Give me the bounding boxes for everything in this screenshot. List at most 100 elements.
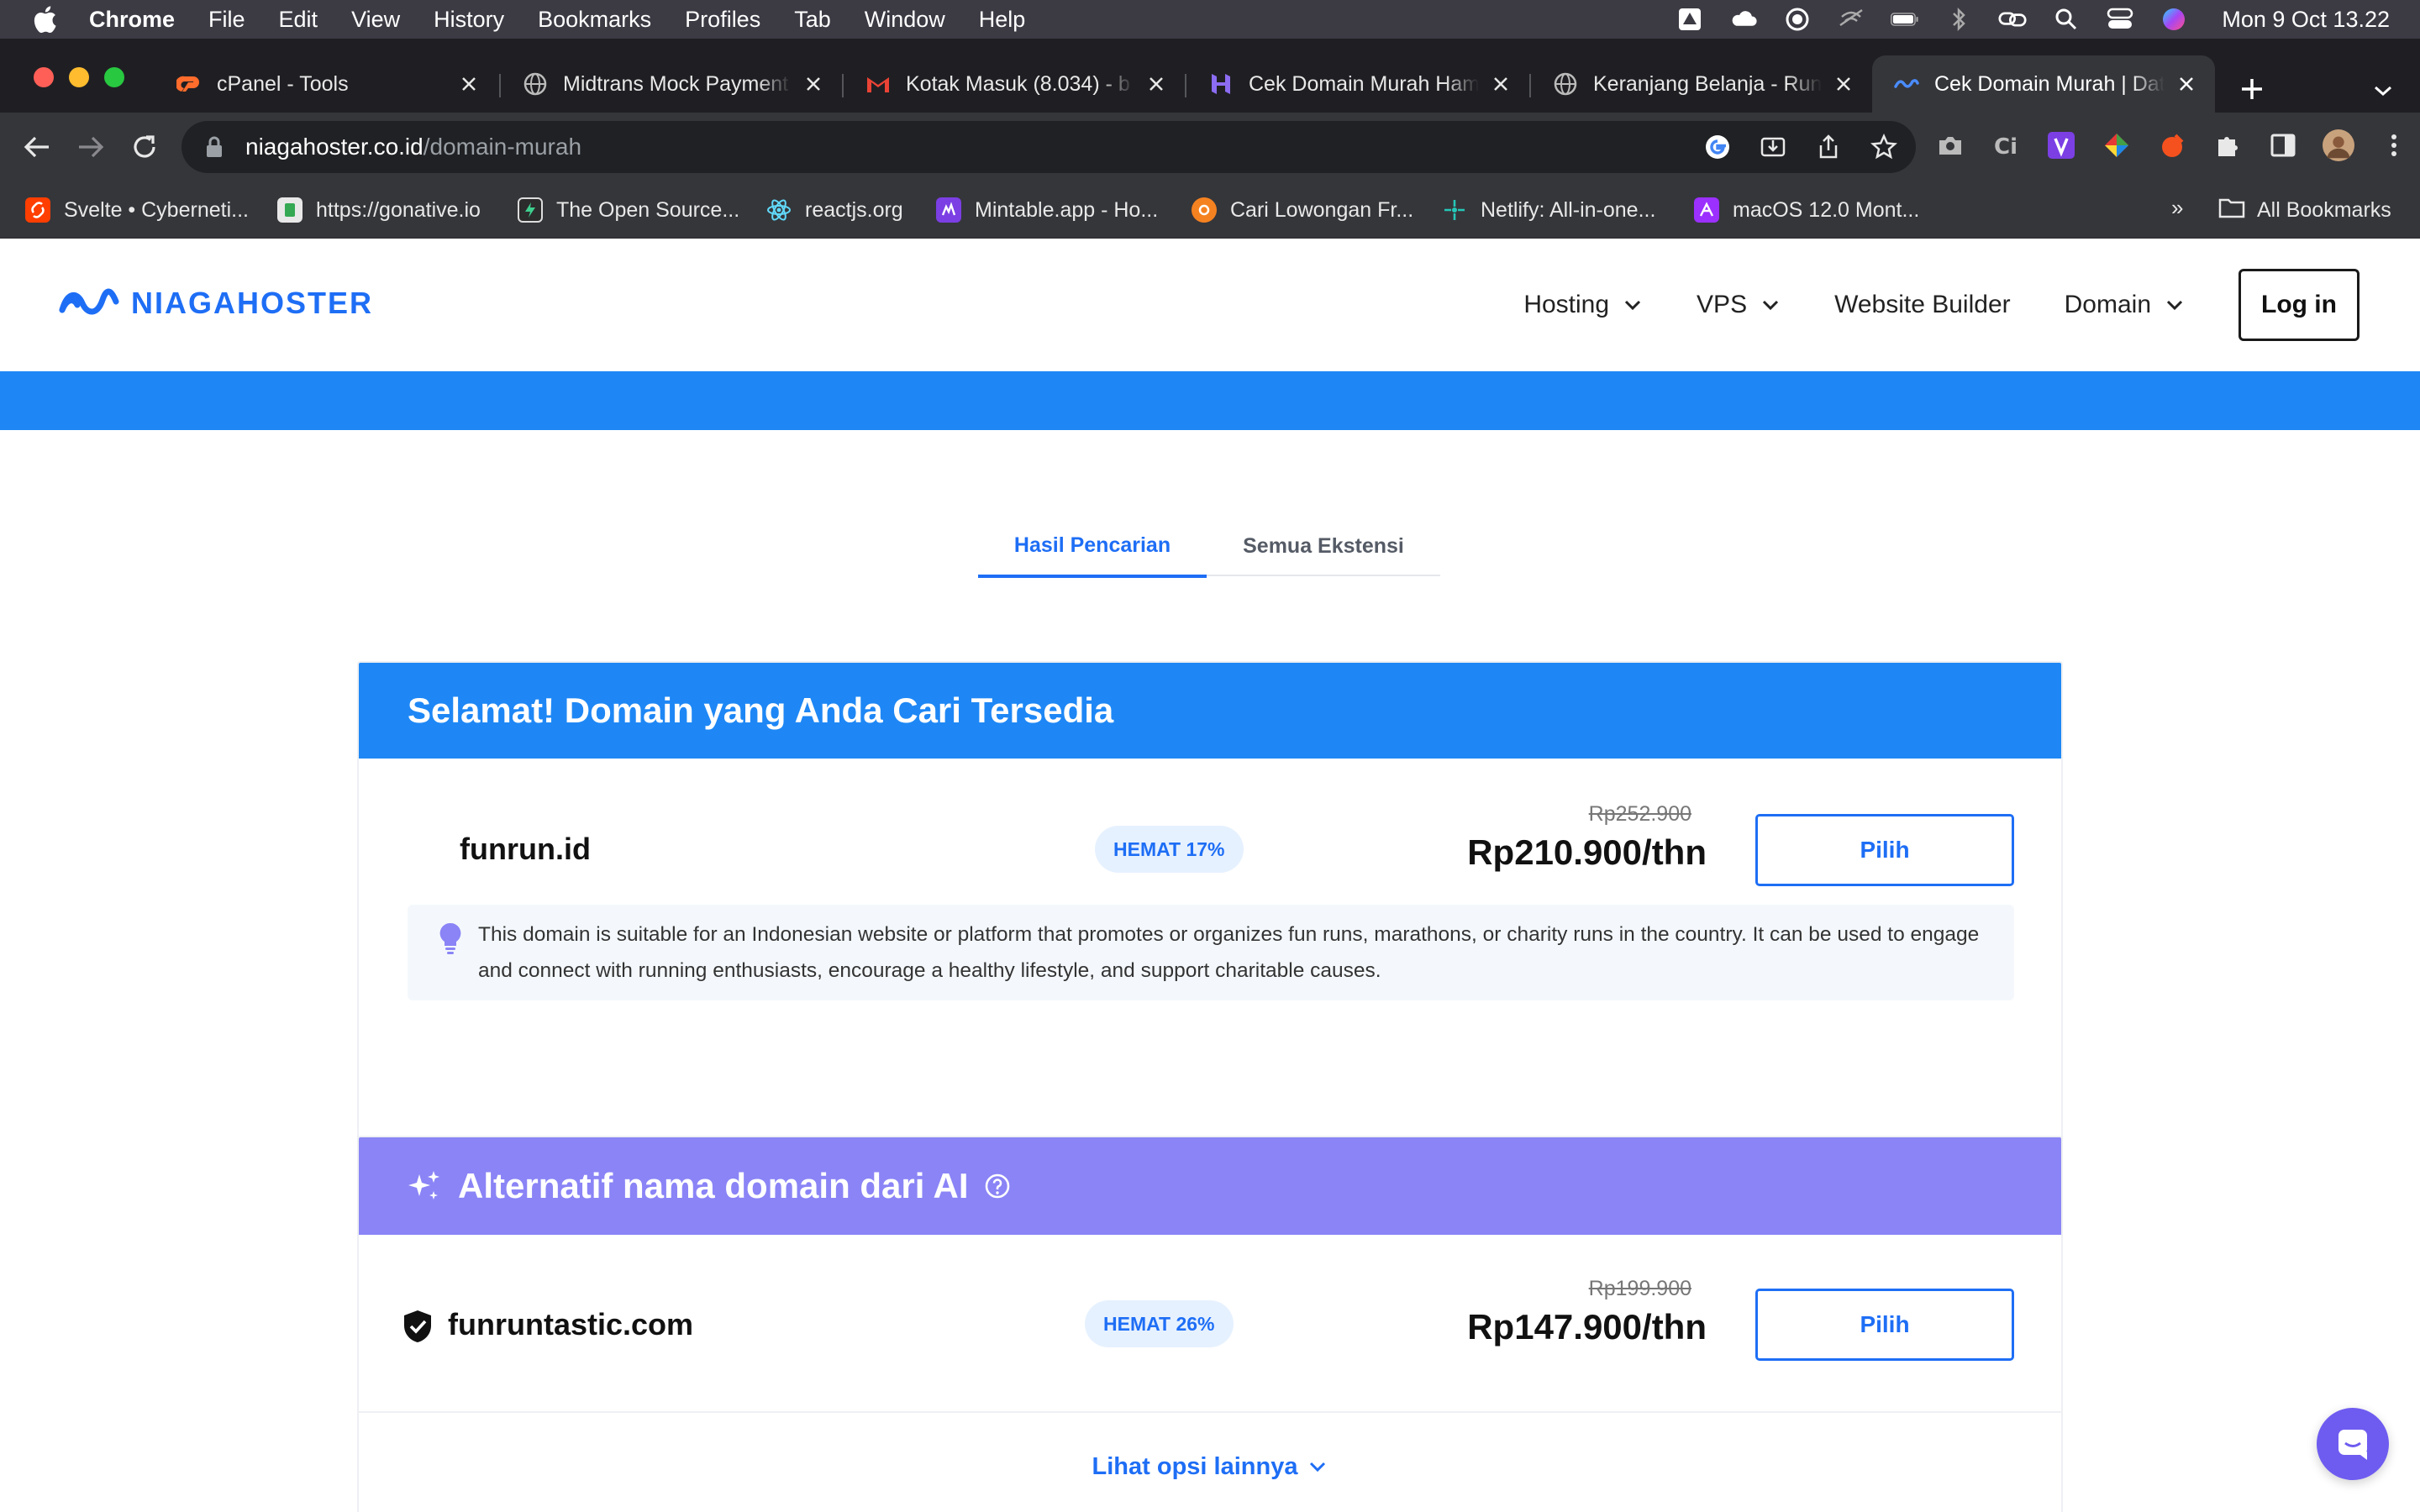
discount-badge: HEMAT 17%	[1095, 826, 1244, 873]
spotlight-search-icon[interactable]	[2052, 7, 2081, 32]
chevron-down-icon	[1307, 1460, 1328, 1473]
domain-name: funrun.id	[460, 832, 591, 866]
menu-history[interactable]: History	[434, 7, 504, 33]
menu-tab[interactable]: Tab	[794, 7, 831, 33]
bookmark-gonative[interactable]: https://gonative.io	[277, 181, 481, 239]
tab-gmail[interactable]: Kotak Masuk (8.034) - b	[844, 55, 1185, 113]
extension-v-icon[interactable]	[2045, 129, 2077, 161]
logo-text: NIAGAHOSTER	[131, 286, 374, 320]
bookmark-open-source[interactable]: The Open Source...	[518, 181, 739, 239]
menu-kebab-icon[interactable]	[2378, 129, 2410, 161]
close-tab-icon[interactable]	[1832, 72, 1855, 96]
menu-profiles[interactable]: Profiles	[685, 7, 760, 33]
help-circle-icon[interactable]	[984, 1173, 1011, 1200]
bookmarks-overflow-button[interactable]: »	[2171, 195, 2183, 221]
bookmark-reactjs[interactable]: reactjs.org	[766, 181, 903, 239]
chevron-down-icon	[1623, 295, 1643, 315]
menu-window[interactable]: Window	[865, 7, 945, 33]
side-panel-icon[interactable]	[2267, 129, 2299, 161]
install-app-icon[interactable]	[1758, 132, 1788, 162]
bookmark-svelte[interactable]: Svelte • Cyberneti...	[25, 181, 249, 239]
url-path: /domain-murah	[423, 134, 582, 160]
main-navigation: Hosting VPS Website Builder Domain Log i…	[1523, 269, 2360, 341]
lock-icon[interactable]	[202, 134, 227, 160]
clock[interactable]: Mon 9 Oct 13.22	[2222, 7, 2390, 33]
chat-support-button[interactable]	[2317, 1408, 2389, 1480]
minimize-window-button[interactable]	[69, 67, 89, 87]
camera-icon[interactable]	[1934, 129, 1966, 161]
reload-icon[interactable]	[128, 130, 161, 164]
tab-midtrans[interactable]: Midtrans Mock Payment	[501, 55, 842, 113]
mute-icon[interactable]	[1837, 7, 1865, 32]
close-tab-icon[interactable]	[1489, 72, 1512, 96]
tab-hasil-pencarian[interactable]: Hasil Pencarian	[978, 516, 1207, 578]
link-icon[interactable]	[1998, 7, 2027, 32]
address-bar[interactable]: niagahoster.co.id/domain-murah	[182, 121, 1916, 173]
google-icon[interactable]	[1702, 132, 1733, 162]
all-bookmarks-button[interactable]: All Bookmarks	[2218, 181, 2391, 239]
tab-semua-ekstensi[interactable]: Semua Ekstensi	[1207, 516, 1440, 576]
drive-icon[interactable]	[1676, 7, 1704, 32]
verified-shield-icon	[402, 1309, 433, 1344]
tab-hostinger[interactable]: Cek Domain Murah Ham	[1186, 55, 1529, 113]
menu-view[interactable]: View	[351, 7, 400, 33]
macos-icon	[1694, 197, 1719, 223]
puzzle-icon[interactable]	[2212, 129, 2244, 161]
control-center-icon[interactable]	[2106, 7, 2134, 32]
close-tab-icon[interactable]	[2175, 72, 2198, 96]
tab-cpanel[interactable]: cPanel - Tools	[155, 55, 497, 113]
bookmark-label: Mintable.app - Ho...	[975, 197, 1159, 222]
nav-website-builder[interactable]: Website Builder	[1834, 291, 2011, 319]
pilih-button[interactable]: Pilih	[1755, 1289, 2014, 1361]
close-tab-icon[interactable]	[1144, 72, 1168, 96]
niagahoster-logo[interactable]: NIAGAHOSTER	[59, 286, 373, 321]
zoom-window-button[interactable]	[104, 67, 124, 87]
extension-ci-icon[interactable]: Ci	[1990, 129, 2022, 161]
bluetooth-off-icon[interactable]	[1944, 7, 1973, 32]
back-arrow-icon[interactable]	[20, 130, 54, 164]
share-icon[interactable]	[1813, 132, 1844, 162]
menu-file[interactable]: File	[208, 7, 245, 33]
close-tab-icon[interactable]	[457, 72, 481, 96]
new-tab-icon[interactable]	[2235, 72, 2269, 106]
nav-vps[interactable]: VPS	[1697, 291, 1781, 319]
color-picker-icon[interactable]	[2101, 129, 2133, 161]
nav-hosting[interactable]: Hosting	[1523, 291, 1643, 319]
hero-band	[0, 371, 2420, 430]
mintable-icon	[936, 197, 961, 223]
cloud-icon[interactable]	[1729, 7, 1758, 32]
menu-help[interactable]: Help	[979, 7, 1026, 33]
more-options-link[interactable]: Lihat opsi lainnya	[359, 1411, 2061, 1512]
chevron-down-icon[interactable]	[2368, 76, 2398, 106]
forward-arrow-icon[interactable]	[74, 130, 108, 164]
bookmark-mintable[interactable]: Mintable.app - Ho...	[936, 181, 1158, 239]
menu-edit[interactable]: Edit	[279, 7, 318, 33]
close-tab-icon[interactable]	[802, 72, 825, 96]
extension-fire-icon[interactable]	[2156, 129, 2188, 161]
siri-icon[interactable]	[2160, 7, 2188, 32]
close-window-button[interactable]	[34, 67, 54, 87]
bookmark-macos[interactable]: macOS 12.0 Mont...	[1694, 181, 1919, 239]
domain-name: funruntastic.com	[448, 1307, 694, 1341]
apple-icon[interactable]	[32, 6, 59, 33]
menu-app-chrome[interactable]: Chrome	[89, 7, 175, 33]
nav-label: Website Builder	[1834, 291, 2011, 318]
login-button[interactable]: Log in	[2238, 269, 2360, 341]
record-icon[interactable]	[1783, 7, 1812, 32]
omnibox-actions	[1702, 121, 1899, 173]
nav-domain[interactable]: Domain	[2065, 291, 2185, 319]
nav-label: VPS	[1697, 291, 1748, 318]
tab-keranjang[interactable]: Keranjang Belanja - Run	[1531, 55, 1872, 113]
menu-bookmarks[interactable]: Bookmarks	[538, 7, 651, 33]
bookmark-lowongan[interactable]: Cari Lowongan Fr...	[1192, 181, 1413, 239]
window-controls	[34, 67, 124, 87]
battery-icon[interactable]	[1891, 7, 1919, 32]
bookmark-star-icon[interactable]	[1869, 132, 1899, 162]
nav-label: Domain	[2064, 291, 2151, 318]
tab-niagahoster-active[interactable]: Cek Domain Murah | Dat	[1872, 55, 2215, 113]
pilih-button[interactable]: Pilih	[1755, 814, 2014, 886]
bookmark-netlify[interactable]: Netlify: All-in-one...	[1442, 181, 1655, 239]
url-text[interactable]: niagahoster.co.id/domain-murah	[245, 134, 581, 160]
avatar[interactable]	[2323, 129, 2354, 161]
tab-title: Cek Domain Murah | Dat	[1934, 71, 2165, 96]
